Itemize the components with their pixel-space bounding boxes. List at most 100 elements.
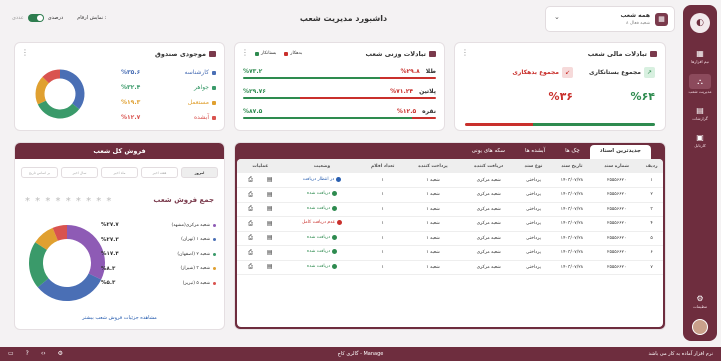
topbar: عددی درصدی نمایش ارقام : داشبورد مدیریت … (12, 6, 675, 34)
document-icon[interactable]: ▤ (267, 249, 273, 257)
document-icon[interactable]: ▤ (267, 205, 273, 213)
table-cell: شعبه ۱ (405, 245, 462, 261)
doc-tab[interactable]: چک ها (555, 145, 590, 159)
more-icon[interactable]: ⋮ (461, 48, 469, 57)
fund-row-swatch (212, 70, 216, 75)
sidebar-item-2[interactable]: ▤ گزارشات (683, 104, 717, 122)
table-row[interactable]: ۲ ۲۵۵۵۶۶۲۰ ۱۴۰۳/۰۷/۲۸ پرداختی شعبه مرکزی شعبه… (237, 187, 663, 203)
table-cell: پرداختی (516, 187, 551, 203)
doc-tab[interactable]: آبشده ها (515, 145, 555, 159)
actions-cell: ▤ ⎙ (237, 202, 284, 217)
table-cell: ۲۵۵۵۶۶۲۰ (593, 231, 641, 246)
fund-row-swatch (212, 115, 216, 120)
document-icon[interactable]: ▤ (267, 263, 273, 271)
fund-row-label: آبشده (194, 114, 209, 121)
actions-cell: ▤ ⎙ (237, 231, 284, 246)
document-icon[interactable]: ▤ (267, 176, 273, 184)
branch-select-title: همه شعب (620, 12, 650, 19)
donut-slice (66, 225, 105, 280)
fund-row-label-wrap: جواهر (194, 84, 216, 91)
status-bar: ▭ ? ‹› ⚙ گالری کاج - Manage نرم افزار آم… (0, 347, 721, 361)
donut-slice (35, 76, 50, 105)
sales-total-value: * * * * * * * * * (25, 196, 113, 207)
debtor-label: مجموع بدهکاری (512, 69, 559, 76)
table-cell: شعبه مرکزی (461, 216, 517, 232)
status-right: نرم افزار آماده به کار می باشد (648, 351, 713, 357)
legend-debtor-swatch (284, 51, 289, 56)
sidebar-item-3[interactable]: ▣ کارتابل (683, 131, 717, 149)
creditor-tile: مجموع بستانکاری ↗ %۶۴ (587, 67, 655, 129)
sidebar-item-1[interactable]: ⛬ مدیریت شعب (683, 74, 717, 94)
sales-row-label: شعبه ۲ (اصفهان) (177, 251, 210, 257)
print-icon[interactable]: ⎙ (248, 191, 253, 199)
avatar[interactable] (692, 319, 708, 335)
print-icon[interactable]: ⎙ (248, 176, 253, 184)
table-cell: شعبه مرکزی (461, 260, 517, 275)
table-row[interactable]: ۱ ۲۵۵۵۶۶۲۰ ۱۴۰۳/۰۷/۲۸ پرداختی شعبه مرکزی شعبه… (237, 173, 663, 188)
sales-details-link[interactable]: مشاهده جزئیات فروش شعب بیشتر (15, 315, 224, 321)
fund-row-label-wrap: کارشناسه (185, 69, 216, 76)
gold-bar-creditor (243, 97, 300, 99)
table-header: تاریخ سند (550, 159, 594, 173)
gold-row-creditor: %۸۷.۵ (243, 108, 263, 115)
document-icon[interactable]: ▤ (267, 220, 273, 228)
sidebar-item-label: کارتابل (694, 143, 706, 148)
sales-filter[interactable]: امروز (181, 167, 218, 178)
scale-icon (429, 51, 436, 57)
branch-select[interactable]: ▦ همه شعب ۸ شعبه فعال ⌄ (545, 6, 675, 32)
table-row[interactable]: ۴ ۲۵۵۵۶۶۲۰ ۱۴۰۳/۰۷/۲۸ پرداختی شعبه مرکزی شعبه… (237, 216, 663, 232)
table-header: تعداد اقلام (360, 159, 406, 173)
gold-row-bar (243, 117, 436, 119)
sales-filter[interactable]: سال اخیر (61, 167, 98, 178)
sales-row: %۱۷.۴ شعبه ۲ (اصفهان) (101, 251, 216, 257)
doc-tab[interactable]: سکه های یونی (462, 145, 515, 159)
table-header: دریافت کننده (461, 159, 517, 173)
table-cell: شعبه مرکزی (461, 245, 517, 261)
print-icon[interactable]: ⎙ (248, 263, 253, 271)
table-row[interactable]: ۳ ۲۵۵۵۶۶۲۰ ۱۴۰۳/۰۷/۲۸ پرداختی شعبه مرکزی شعبه… (237, 202, 663, 217)
gold-bar-creditor (243, 77, 381, 79)
sales-row-value: %۲۷.۷ (101, 222, 119, 228)
sidebar-item-settings[interactable]: ⚙ تنظیمات (683, 292, 717, 310)
sales-row-label-wrap: شعبه مرکزی(مشهد) (171, 222, 216, 228)
table-row[interactable]: ۵ ۲۵۵۵۶۶۲۰ ۱۴۰۳/۰۷/۲۸ پرداختی شعبه مرکزی شعبه… (237, 231, 663, 246)
table-row[interactable]: ۷ ۲۵۵۵۶۶۲۰ ۱۴۰۳/۰۷/۲۸ پرداختی شعبه مرکزی شعبه… (237, 260, 663, 275)
sales-filter[interactable]: ماه اخیر (101, 167, 138, 178)
sales-total-label: جمع فروش شعب (153, 196, 214, 204)
print-icon[interactable]: ⎙ (248, 234, 253, 242)
print-icon[interactable]: ⎙ (248, 220, 253, 228)
gold-row-creditor: %۲۹.۷۶ (243, 88, 266, 95)
gold-card: ⋮ تبادلات وزنی شعب بستانکار بدهکار %۷۳.۲… (234, 42, 445, 131)
table-row[interactable]: ۶ ۲۵۵۵۶۶۲۰ ۱۴۰۳/۰۷/۲۸ پرداختی شعبه مرکزی شعبه… (237, 245, 663, 261)
status-cell: دریافت شده (283, 245, 361, 261)
more-icon[interactable]: ⋮ (241, 48, 249, 57)
actions-cell: ▤ ⎙ (237, 245, 284, 261)
fund-row-label: جواهر (194, 84, 209, 91)
doc-tab[interactable]: جدیدترین اسناد (589, 145, 651, 159)
sales-filter[interactable]: هفته اخیر (141, 167, 178, 178)
sales-filter[interactable]: بر اساس تاریخ (21, 167, 58, 178)
document-icon[interactable]: ▤ (267, 191, 273, 199)
donut-slice (37, 273, 102, 301)
sales-donut-chart (29, 225, 105, 301)
document-icon[interactable]: ▤ (267, 234, 273, 242)
arrow-up-right-icon: ↗ (644, 67, 655, 78)
print-icon[interactable]: ⎙ (248, 249, 253, 257)
table-cell: ۲۵۵۵۶۶۲۰ (593, 245, 641, 261)
gold-row-label: طلا (425, 68, 436, 75)
sidebar-item-label: مدیریت شعب (688, 89, 712, 94)
sales-filters: امروز هفته اخیر ماه اخیر سال اخیر بر اساس تا… (21, 167, 218, 178)
status-cell: دریافت شده (283, 260, 361, 275)
table-cell: ۱ (360, 216, 406, 232)
status-cell: عدم دریافت کامل (283, 216, 361, 232)
gold-title: تبادلات وزنی شعب (365, 50, 436, 58)
status-badge: دریافت شده (307, 191, 338, 197)
debtor-value: %۳۶ (548, 90, 573, 103)
print-icon[interactable]: ⎙ (248, 205, 253, 213)
table-cell: پرداختی (516, 216, 551, 232)
sidebar-item-0[interactable]: ▦ نیم افزارها (683, 47, 717, 65)
status-icon (336, 176, 342, 182)
sales-row-value: %۸.۳ (101, 265, 116, 272)
more-icon[interactable]: ⋮ (21, 48, 29, 57)
fund-row: %۱۲.۷ آبشده (121, 114, 216, 121)
